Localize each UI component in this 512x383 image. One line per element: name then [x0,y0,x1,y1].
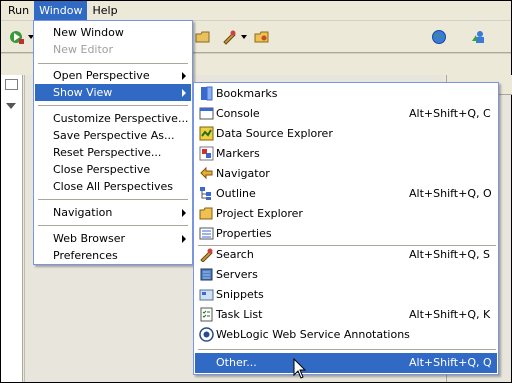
menu-item-label: Reset Perspective... [53,146,162,159]
servers-icon [200,268,213,281]
menu-item-label: Navigation [53,206,113,219]
view-item-label: Markers [216,147,260,160]
view-item-task-list[interactable]: Task List Alt+Shift+Q, K [195,305,497,325]
navigator-icon [200,166,213,180]
left-panel-strip [1,75,23,382]
run-icon[interactable] [9,29,25,45]
view-item-label: Search [216,248,254,261]
view-item-bookmarks[interactable]: Bookmarks [195,84,497,104]
view-item-label: Other... [216,356,257,369]
view-item-label: WebLogic Web Service Annotations [216,328,410,341]
view-item-label: Console [216,107,260,120]
project-explorer-icon [199,207,213,220]
menu-item-label: New Window [53,26,124,39]
view-item-search[interactable]: Search Alt+Shift+Q, S [195,245,497,265]
shortcut-label: Alt+Shift+Q, K [409,308,491,321]
menu-item-label: Close Perspective [53,163,151,176]
markers-icon [199,146,214,161]
menu-item-save-perspective[interactable]: Save Perspective As... [35,127,191,144]
properties-icon [199,227,214,240]
menu-window[interactable]: Window [34,1,88,20]
view-item-label: Task List [216,308,263,321]
folder-icon[interactable] [254,29,270,45]
globe-icon[interactable] [431,29,447,45]
menu-separator [38,63,188,64]
menu-item-label: Customize Perspective... [53,112,189,125]
menu-help[interactable]: Help [87,1,122,20]
shortcut-label: Alt+Shift+Q, O [409,187,492,200]
shortcut-label: Alt+Shift+Q, Q [409,356,492,369]
submenu-arrow-icon [182,89,186,97]
data-source-icon [199,126,214,141]
menu-item-label: Show View [53,86,113,99]
view-item-console[interactable]: Console Alt+Shift+Q, C [195,104,497,124]
submenu-arrow-icon [182,72,186,80]
view-item-project-explorer[interactable]: Project Explorer [195,204,497,224]
view-item-navigator[interactable]: Navigator [195,164,497,184]
menu-item-label: Save Perspective As... [53,129,175,142]
view-item-label: Bookmarks [216,87,278,100]
view-item-label: Project Explorer [216,207,303,220]
view-menu-icon[interactable] [6,103,16,109]
restore-view-icon[interactable] [5,79,18,90]
view-item-other[interactable]: Other... Alt+Shift+Q, Q [195,353,497,373]
view-item-label: Data Source Explorer [216,127,333,140]
view-item-label: Properties [216,227,272,240]
menu-item-show-view[interactable]: Show View [35,84,191,101]
shortcut-label: Alt+Shift+Q, C [409,107,491,120]
submenu-arrow-icon [182,235,186,243]
tools-icon[interactable] [221,29,237,45]
bookmarks-icon [201,86,213,101]
task-list-icon [200,307,213,322]
view-item-servers[interactable]: Servers [195,265,497,285]
menu-item-close-all-perspectives[interactable]: Close All Perspectives [35,178,191,195]
view-item-label: Navigator [216,167,270,180]
menu-run[interactable]: Run [3,1,34,20]
menu-item-label: Close All Perspectives [53,180,174,193]
view-item-label: Outline [216,187,256,200]
menu-separator [198,349,496,350]
menu-item-navigation[interactable]: Navigation [35,204,191,221]
open-folder-icon[interactable] [195,29,211,45]
menu-item-label: Preferences [53,249,118,262]
menu-item-new-window[interactable]: New Window [35,24,191,41]
console-icon [199,107,214,120]
view-item-weblogic-annotations[interactable]: WebLogic Web Service Annotations [195,325,497,345]
menu-bar: Run Window Help [1,1,511,20]
window-menu: New Window New Editor Open Perspective S… [33,20,193,265]
perspective-user-icon[interactable] [471,29,487,45]
submenu-arrow-icon [182,209,186,217]
menu-item-reset-perspective[interactable]: Reset Perspective... [35,144,191,161]
view-item-outline[interactable]: Outline Alt+Shift+Q, O [195,184,497,204]
menu-item-label: Open Perspective [53,69,150,82]
menu-item-label: New Editor [53,43,114,56]
mouse-cursor-icon [293,358,307,379]
snippets-icon [199,289,214,301]
outline-icon [200,187,211,200]
menu-item-preferences[interactable]: Preferences [35,247,191,264]
menu-item-web-browser[interactable]: Web Browser [35,230,191,247]
menu-item-label: Web Browser [53,232,126,245]
view-item-properties[interactable]: Properties [195,224,497,244]
menu-item-close-perspective[interactable]: Close Perspective [35,161,191,178]
menu-separator [38,225,188,226]
view-item-snippets[interactable]: Snippets [195,285,497,305]
search-icon [200,248,213,262]
menu-separator [38,199,188,200]
menu-item-open-perspective[interactable]: Open Perspective [35,67,191,84]
menu-item-customize-perspective[interactable]: Customize Perspective... [35,110,191,127]
shortcut-label: Alt+Shift+Q, S [409,248,490,261]
view-item-data-source-explorer[interactable]: Data Source Explorer [195,124,497,144]
view-item-label: Snippets [216,288,264,301]
menu-separator [38,105,188,106]
menu-item-new-editor: New Editor [35,41,191,58]
view-item-markers[interactable]: Markers [195,144,497,164]
weblogic-icon [199,327,214,342]
view-item-label: Servers [216,268,258,281]
tools-dropdown-icon[interactable] [241,35,247,39]
show-view-submenu: Bookmarks Console Alt+Shift+Q, C Data So… [193,82,499,375]
